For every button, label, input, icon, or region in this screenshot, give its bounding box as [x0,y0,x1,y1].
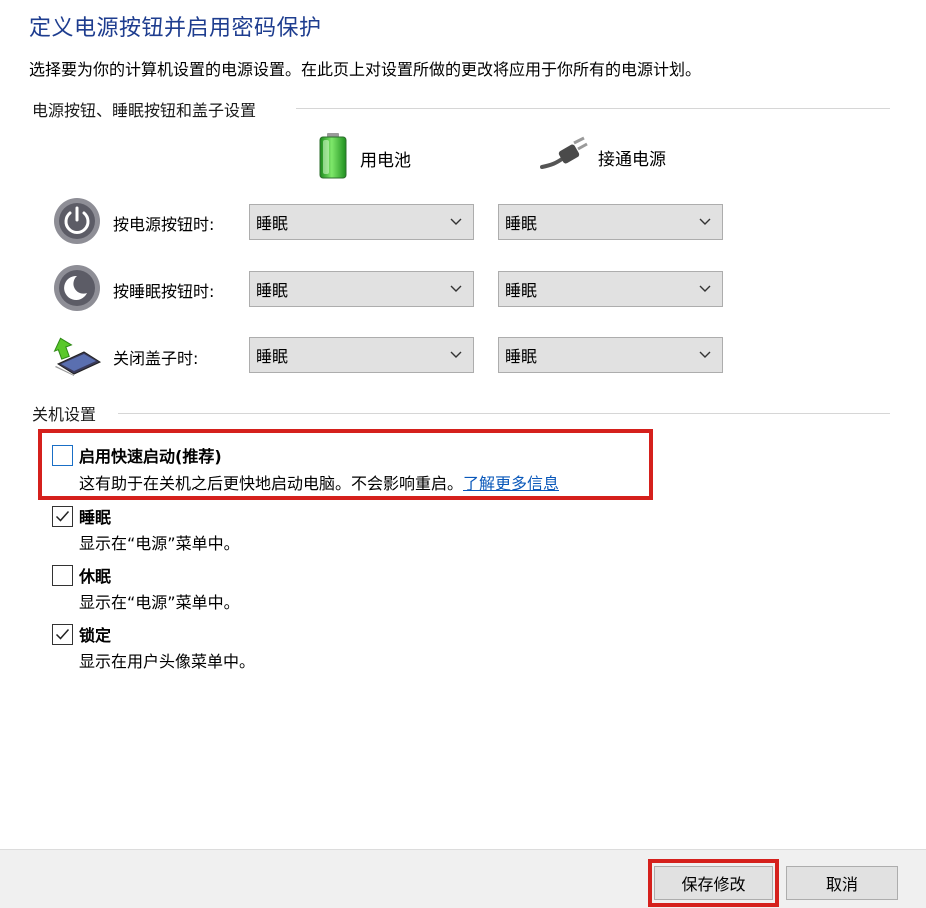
fast-startup-title: 启用快速启动(推荐) [79,447,222,466]
power-button-icon [53,197,101,249]
shutdown-section-heading: 关机设置 [32,405,97,424]
fast-startup-description: 这有助于在关机之后更快地启动电脑。不会影响重启。了解更多信息 [79,470,559,494]
checkmark-icon [55,510,70,522]
power-plug-icon [540,135,588,180]
lock-option[interactable]: 锁定 [52,622,111,646]
sleep-button-icon [53,264,101,316]
chevron-down-icon [450,218,462,225]
chevron-down-icon [450,285,462,292]
battery-column-label: 用电池 [360,151,411,171]
laptop-lid-icon [52,334,102,380]
sleep-option[interactable]: 睡眠 [52,504,111,528]
hibernate-option[interactable]: 休眠 [52,563,111,587]
page-description: 选择要为你的计算机设置的电源设置。在此页上对设置所做的更改将应用于你所有的电源计… [29,60,702,79]
plugged-column-label: 接通电源 [598,150,666,170]
cancel-button[interactable]: 取消 [786,866,898,900]
chevron-down-icon [699,285,711,292]
sleep-button-label: 按睡眠按钮时: [113,282,215,301]
select-value: 睡眠 [505,214,538,233]
sleep-checkbox[interactable] [52,505,73,527]
chevron-down-icon [699,218,711,225]
lock-description: 显示在用户头像菜单中。 [79,652,256,671]
hibernate-checkbox[interactable] [52,564,73,586]
sleep-description: 显示在“电源”菜单中。 [79,534,240,553]
power-button-battery-select[interactable]: 睡眠 [249,204,474,240]
battery-column-header: 用电池 [316,132,411,185]
lock-checkbox[interactable] [52,623,73,645]
lid-close-plugged-select[interactable]: 睡眠 [498,337,723,373]
select-value: 睡眠 [505,347,538,366]
sleep-button-battery-select[interactable]: 睡眠 [249,271,474,307]
learn-more-link[interactable]: 了解更多信息 [463,474,559,493]
power-button-plugged-select[interactable]: 睡眠 [498,204,723,240]
lid-close-label: 关闭盖子时: [113,349,199,368]
select-value: 睡眠 [256,214,289,233]
lock-title: 锁定 [79,626,112,645]
hibernate-description: 显示在“电源”菜单中。 [79,593,240,612]
page-title: 定义电源按钮并启用密码保护 [29,16,322,41]
power-button-label: 按电源按钮时: [113,215,215,234]
hibernate-title: 休眠 [79,567,112,586]
power-section-heading: 电源按钮、睡眠按钮和盖子设置 [32,101,257,120]
battery-icon [316,132,350,185]
lid-close-battery-select[interactable]: 睡眠 [249,337,474,373]
fast-startup-option[interactable]: 启用快速启动(推荐) [52,443,222,467]
sleep-button-plugged-select[interactable]: 睡眠 [498,271,723,307]
shutdown-section-divider [118,413,890,414]
select-value: 睡眠 [256,281,289,300]
checkmark-icon [55,628,70,640]
fast-startup-desc-text: 这有助于在关机之后更快地启动电脑。不会影响重启。 [79,474,464,493]
chevron-down-icon [699,351,711,358]
plugged-column-header: 接通电源 [540,135,666,180]
select-value: 睡眠 [505,281,538,300]
save-button[interactable]: 保存修改 [654,866,773,900]
select-value: 睡眠 [256,347,289,366]
chevron-down-icon [450,351,462,358]
power-section-divider [296,108,890,109]
sleep-title: 睡眠 [79,508,112,527]
fast-startup-checkbox[interactable] [52,444,73,466]
